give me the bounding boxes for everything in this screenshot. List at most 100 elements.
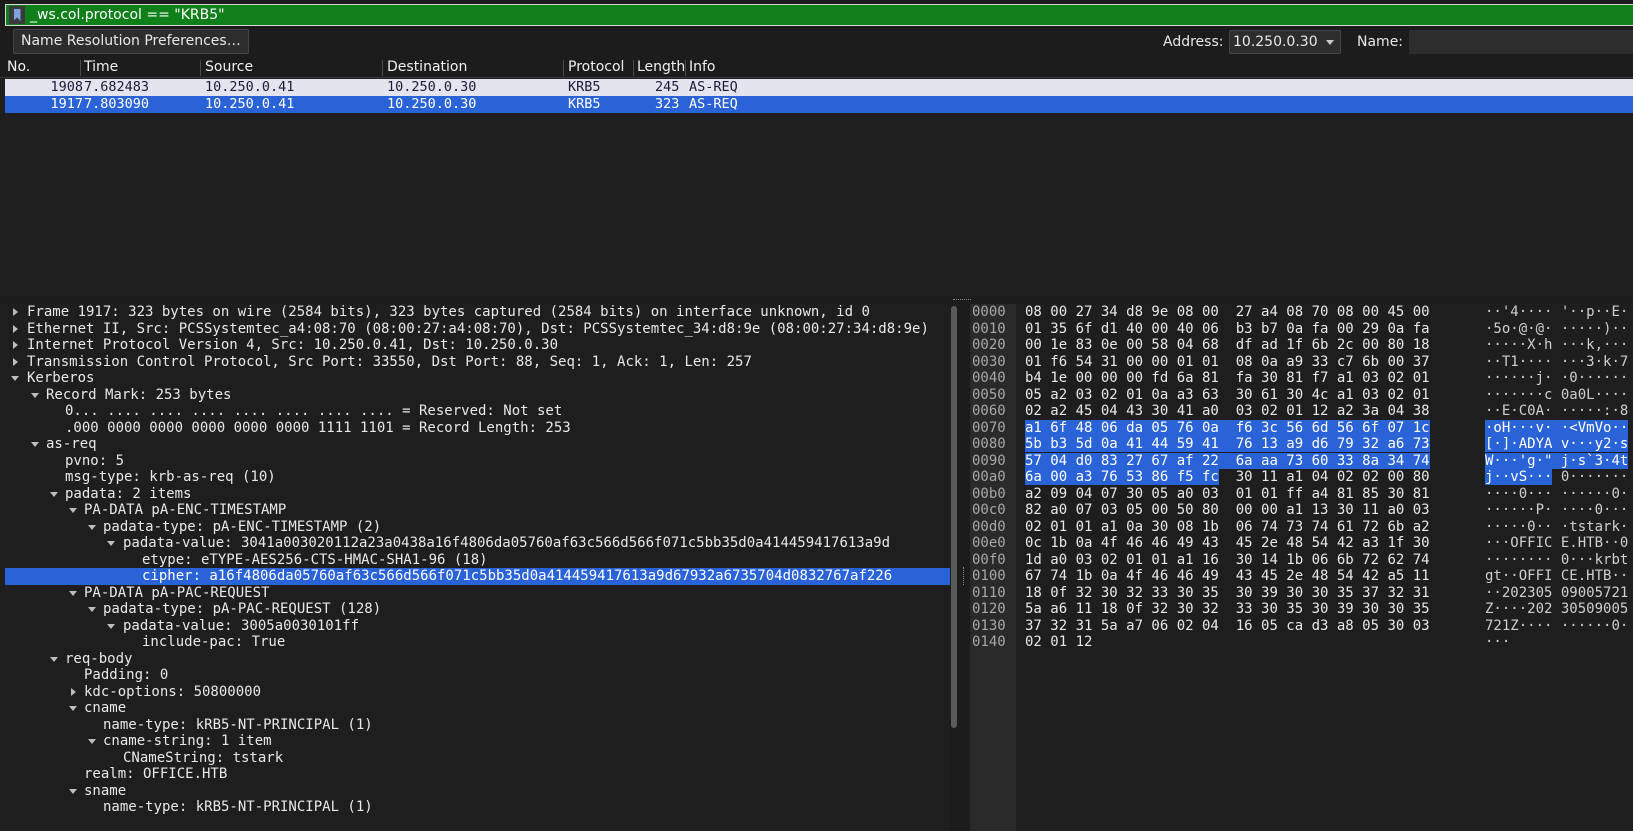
- hex-bytes-second-half[interactable]: 33 30 35 30 39 30 30 35: [1236, 601, 1430, 617]
- hex-bytes-first-half[interactable]: 02 01 12: [1025, 634, 1092, 650]
- hex-bytes[interactable]: 57 04 d0 83 27 67 af 22 6a aa 73 60 33 8…: [1025, 452, 1430, 470]
- hex-bytes[interactable]: 67 74 1b 0a 4f 46 46 49 43 45 2e 48 54 4…: [1025, 568, 1430, 585]
- hex-bytes[interactable]: 01 f6 54 31 00 00 01 01 08 0a a9 33 c7 6…: [1025, 354, 1430, 371]
- tree-item-padding[interactable]: Padding: 0: [5, 667, 950, 684]
- tree-item-sname[interactable]: sname: [5, 783, 950, 800]
- hex-row[interactable]: 0050 05 a2 03 02 01 0a a3 63 30 61 30 4c …: [970, 387, 1633, 404]
- tree-item-ipv4[interactable]: Internet Protocol Version 4, Src: 10.250…: [5, 337, 950, 354]
- hex-bytes-second-half[interactable]: f6 3c 56 6d 56 6f 07 1c: [1235, 419, 1430, 436]
- hex-row[interactable]: 0010 01 35 6f d1 40 00 40 06 b3 b7 0a fa …: [970, 321, 1633, 338]
- hex-ascii[interactable]: ······j· ·0······: [1485, 370, 1628, 387]
- tree-item-frame[interactable]: Frame 1917: 323 bytes on wire (2584 bits…: [5, 304, 950, 321]
- hex-bytes-first-half[interactable]: 5b b3 5d 0a 41 44 59 41: [1025, 436, 1219, 452]
- collapse-arrow-icon[interactable]: [31, 392, 39, 398]
- hex-row[interactable]: 0130 37 32 31 5a a7 06 02 04 16 05 ca d3 …: [970, 618, 1633, 635]
- hex-bytes-first-half[interactable]: 02 a2 45 04 43 30 41 a0: [1025, 403, 1219, 419]
- tree-item-record-length[interactable]: .000 0000 0000 0000 0000 0000 1111 1101 …: [5, 420, 950, 437]
- hex-bytes-first-half[interactable]: a2 09 04 07 30 05 a0 03: [1025, 486, 1219, 502]
- hex-ascii[interactable]: ·5o·@·@· ·····)··: [1485, 321, 1628, 338]
- ascii-second-half[interactable]: E.HTB··0: [1561, 535, 1628, 551]
- tree-item-msg-type[interactable]: msg-type: krb-as-req (10): [5, 469, 950, 486]
- hex-bytes-second-half[interactable]: 30 39 30 30 35 37 32 31: [1236, 585, 1430, 601]
- expand-arrow-icon[interactable]: [13, 308, 18, 316]
- column-header-length[interactable]: Length: [637, 59, 685, 75]
- hex-bytes-second-half[interactable]: 43 45 2e 48 54 42 a5 11: [1236, 568, 1430, 584]
- collapse-arrow-icon[interactable]: [11, 376, 19, 381]
- ascii-second-half[interactable]: ···3·k·7: [1561, 354, 1628, 370]
- hex-bytes-first-half[interactable]: 05 a2 03 02 01 0a a3 63: [1025, 387, 1219, 403]
- hex-bytes-first-half[interactable]: 37 32 31 5a a7 06 02 04: [1025, 618, 1219, 634]
- hex-bytes-first-half[interactable]: 5a a6 11 18 0f 32 30 32: [1025, 601, 1219, 617]
- hex-bytes-second-half[interactable]: 16 05 ca d3 a8 05 30 03: [1236, 618, 1430, 634]
- tree-item-include-pac[interactable]: include-pac: True: [5, 634, 950, 651]
- hex-bytes-second-half[interactable]: 00 00 a1 13 30 11 a0 03: [1236, 502, 1430, 518]
- hex-bytes-first-half[interactable]: 01 35 6f d1 40 00 40 06: [1025, 321, 1219, 337]
- hex-bytes-second-half[interactable]: b3 b7 0a fa 00 29 0a fa: [1236, 321, 1430, 337]
- ascii-first-half[interactable]: ·····X·h: [1485, 337, 1552, 353]
- hex-bytes[interactable]: 02 01 01 a1 0a 30 08 1b 06 74 73 74 61 7…: [1025, 519, 1430, 536]
- ascii-second-half[interactable]: 0·······: [1561, 469, 1628, 485]
- hex-bytes-first-half[interactable]: 82 a0 07 03 05 00 50 80: [1025, 502, 1219, 518]
- ascii-first-half[interactable]: ···: [1485, 634, 1510, 650]
- collapse-arrow-icon[interactable]: [88, 607, 96, 612]
- packet-row-selected[interactable]: 1917 7.803090 10.250.0.41 10.250.0.30 KR…: [5, 96, 1633, 113]
- hex-bytes[interactable]: 37 32 31 5a a7 06 02 04 16 05 ca d3 a8 0…: [1025, 618, 1430, 635]
- tree-item-kerberos[interactable]: Kerberos: [5, 370, 950, 387]
- ascii-second-half[interactable]: ·····)··: [1561, 321, 1628, 337]
- column-header-time[interactable]: Time: [84, 59, 118, 75]
- hex-bytes[interactable]: 1d a0 03 02 01 01 a1 16 30 14 1b 06 6b 7…: [1025, 552, 1430, 569]
- ascii-first-half[interactable]: gt··OFFI: [1485, 568, 1552, 584]
- hex-bytes[interactable]: 01 35 6f d1 40 00 40 06 b3 b7 0a fa 00 2…: [1025, 321, 1430, 338]
- pane-splitter-vertical[interactable]: [958, 304, 970, 831]
- tree-item-pa-enc-timestamp[interactable]: PA-DATA pA-ENC-TIMESTAMP: [5, 502, 950, 519]
- hex-bytes[interactable]: 0c 1b 0a 4f 46 46 49 43 45 2e 48 54 42 a…: [1025, 535, 1430, 552]
- hex-row[interactable]: 0100 67 74 1b 0a 4f 46 46 49 43 45 2e 48 …: [970, 568, 1633, 585]
- hex-bytes-second-half[interactable]: df ad 1f 6b 2c 00 80 18: [1236, 337, 1430, 353]
- tree-item-req-body[interactable]: req-body: [5, 651, 950, 668]
- collapse-arrow-icon[interactable]: [107, 541, 115, 546]
- collapse-arrow-icon[interactable]: [69, 590, 77, 596]
- ascii-second-half[interactable]: 09005721: [1561, 585, 1628, 601]
- ascii-first-half[interactable]: ······j·: [1485, 370, 1552, 386]
- ascii-second-half[interactable]: CE.HTB··: [1561, 568, 1628, 584]
- hex-bytes[interactable]: 02 a2 45 04 43 30 41 a0 03 02 01 12 a2 3…: [1025, 403, 1430, 420]
- hex-bytes-first-half[interactable]: 6a 00 a3 76 53 86 f5 fc: [1025, 469, 1219, 485]
- ascii-first-half[interactable]: ···OFFIC: [1485, 535, 1552, 551]
- expand-arrow-icon[interactable]: [13, 357, 18, 366]
- ascii-second-half[interactable]: ····0···: [1561, 502, 1628, 518]
- hex-ascii[interactable]: ·····X·h ···k,···: [1485, 337, 1628, 354]
- hex-ascii[interactable]: W···'g·" j·s`3·4t: [1485, 452, 1629, 470]
- hex-bytes-first-half[interactable]: 0c 1b 0a 4f 46 46 49 43: [1025, 535, 1219, 551]
- tree-item-cname[interactable]: cname: [5, 700, 950, 717]
- hex-row[interactable]: 0020 00 1e 83 0e 00 58 04 68 df ad 1f 6b …: [970, 337, 1633, 354]
- ascii-first-half[interactable]: ··'4····: [1485, 304, 1552, 320]
- ascii-second-half[interactable]: 0a0L····: [1561, 387, 1628, 403]
- hex-row[interactable]: 00b0 a2 09 04 07 30 05 a0 03 01 01 ff a4 …: [970, 486, 1633, 503]
- tree-item-name-type[interactable]: name-type: kRB5-NT-PRINCIPAL (1): [5, 799, 950, 816]
- hex-ascii[interactable]: ·······c 0a0L····: [1485, 387, 1628, 404]
- hex-ascii[interactable]: ········ 0···krbt: [1485, 552, 1628, 569]
- hex-row[interactable]: 00c0 82 a0 07 03 05 00 50 80 00 00 a1 13 …: [970, 502, 1633, 519]
- display-filter-bar[interactable]: _ws.col.protocol == "KRB5": [5, 4, 1633, 26]
- hex-ascii[interactable]: ······P· ····0···: [1485, 502, 1628, 519]
- ascii-first-half[interactable]: ··202305: [1485, 585, 1552, 601]
- tree-item-cnamestring[interactable]: CNameString: tstark: [5, 750, 950, 767]
- tree-item-record-mark[interactable]: Record Mark: 253 bytes: [5, 387, 950, 404]
- ascii-second-half[interactable]: ·tstark·: [1561, 519, 1628, 535]
- tree-item-reserved[interactable]: 0... .... .... .... .... .... .... .... …: [5, 403, 950, 420]
- ascii-second-half[interactable]: 30509005: [1561, 601, 1628, 617]
- column-header-source[interactable]: Source: [205, 59, 253, 75]
- tree-item-padata-type[interactable]: padata-type: pA-PAC-REQUEST (128): [5, 601, 950, 618]
- hex-bytes-second-half[interactable]: 08 0a a9 33 c7 6b 00 37: [1236, 354, 1430, 370]
- hex-bytes-first-half[interactable]: b4 1e 00 00 00 fd 6a 81: [1025, 370, 1219, 386]
- collapse-arrow-icon[interactable]: [31, 442, 39, 447]
- ascii-first-half[interactable]: [·]·ADYA: [1485, 436, 1553, 452]
- hex-bytes-second-half[interactable]: 01 01 ff a4 81 85 30 81: [1236, 486, 1430, 502]
- collapse-arrow-icon[interactable]: [69, 508, 77, 513]
- column-header-info[interactable]: Info: [689, 59, 716, 75]
- hex-bytes-second-half[interactable]: 27 a4 08 70 08 00 45 00: [1236, 304, 1430, 320]
- collapse-arrow-icon[interactable]: [50, 656, 58, 662]
- ascii-second-half[interactable]: j·s`3·4t: [1560, 452, 1629, 469]
- hex-bytes[interactable]: 5a a6 11 18 0f 32 30 32 33 30 35 30 39 3…: [1025, 601, 1430, 618]
- hex-row[interactable]: 0080 5b b3 5d 0a 41 44 59 41 76 13 a9 d6 …: [970, 436, 1633, 453]
